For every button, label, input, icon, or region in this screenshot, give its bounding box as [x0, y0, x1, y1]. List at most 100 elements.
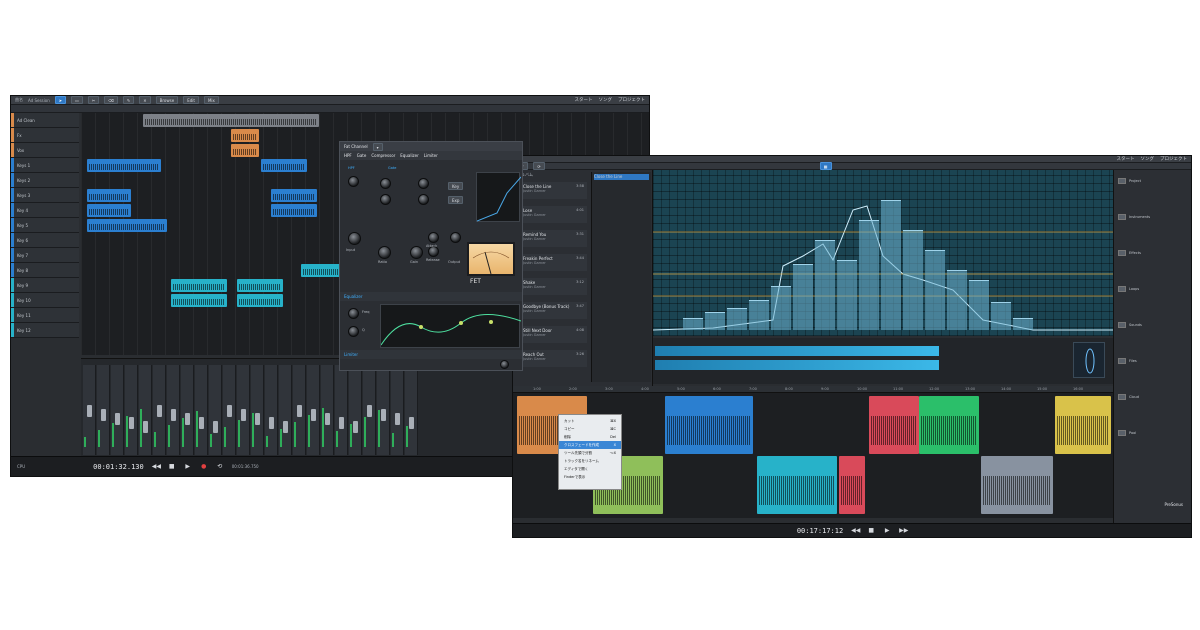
channel-fader[interactable] — [325, 413, 330, 425]
mixer-channel[interactable] — [209, 365, 222, 455]
menu-start-2[interactable]: スタート — [1117, 156, 1135, 162]
track-header[interactable]: Key 8 — [11, 263, 79, 278]
menu-song[interactable]: ソング — [599, 97, 613, 103]
mixer-channel[interactable] — [167, 365, 180, 455]
channel-fader[interactable] — [269, 417, 274, 429]
context-menu-item[interactable]: Finderで表示 — [559, 473, 621, 481]
channel-fader[interactable] — [227, 405, 232, 417]
view-toggle-button[interactable]: ▦ — [819, 162, 832, 170]
loop-icon[interactable]: ⟲ — [216, 463, 224, 471]
track-header[interactable]: Key 12 — [11, 323, 79, 338]
song-entry[interactable]: Freakin Perfect Justin Garner 3:44 — [517, 254, 587, 271]
channel-fader[interactable] — [143, 421, 148, 433]
tab-gate[interactable]: Gate — [357, 153, 367, 158]
browser-item[interactable]: Pool — [1118, 428, 1190, 437]
mixer-channel[interactable] — [349, 365, 362, 455]
gate-release-knob[interactable] — [418, 194, 429, 205]
tab-hpf[interactable]: HPF — [344, 153, 352, 158]
mixer-channel[interactable] — [265, 365, 278, 455]
audio-clip[interactable] — [87, 219, 167, 232]
browser-item[interactable]: Effects — [1118, 248, 1190, 257]
song-entry[interactable]: Reach Out Justin Garner 3:26 — [517, 350, 587, 367]
audio-clip[interactable] — [87, 189, 131, 202]
tab-limiter[interactable]: Limiter — [424, 153, 438, 158]
audio-clip[interactable] — [231, 129, 259, 142]
project-track-clip[interactable] — [869, 396, 919, 454]
channel-fader[interactable] — [185, 413, 190, 425]
eq-low-knob[interactable] — [348, 308, 359, 319]
mixer-channel[interactable] — [181, 365, 194, 455]
track-header[interactable]: Key 10 — [11, 293, 79, 308]
ruler[interactable] — [11, 105, 649, 113]
context-menu-item[interactable]: クロスフェードを作成 X — [559, 441, 621, 449]
channel-fader[interactable] — [129, 417, 134, 429]
ratio-knob[interactable] — [378, 246, 391, 259]
channel-fader[interactable] — [241, 409, 246, 421]
channel-fader[interactable] — [339, 417, 344, 429]
limiter-knob[interactable] — [500, 360, 509, 369]
channel-fader[interactable] — [297, 405, 302, 417]
track-header[interactable]: Key 6 — [11, 233, 79, 248]
stop-icon-2[interactable]: ■ — [867, 527, 875, 535]
mixer-channel[interactable] — [279, 365, 292, 455]
track-header[interactable]: Keys 3 — [11, 188, 79, 203]
audio-clip[interactable] — [271, 189, 317, 202]
audio-clip[interactable] — [87, 204, 131, 217]
audio-clip[interactable] — [171, 294, 227, 307]
plugin-preset-button[interactable]: ▾ — [372, 142, 383, 151]
eq-graph[interactable] — [380, 304, 522, 348]
channel-fader[interactable] — [283, 421, 288, 433]
mute-tool-button[interactable]: ✕ — [139, 96, 151, 104]
song-entry[interactable]: Still Next Door Justin Garner 4:08 — [517, 326, 587, 343]
project-track-clip[interactable] — [757, 456, 837, 514]
track-header[interactable]: Key 7 — [11, 248, 79, 263]
channel-fader[interactable] — [171, 409, 176, 421]
mixer-channel[interactable] — [223, 365, 236, 455]
mixer-channel[interactable] — [251, 365, 264, 455]
song-entry[interactable]: Remind You Justin Garner 3:31 — [517, 230, 587, 247]
mixer-channel[interactable] — [139, 365, 152, 455]
audio-clip[interactable] — [261, 159, 307, 172]
audio-clip[interactable] — [143, 114, 319, 127]
channel-fader[interactable] — [157, 405, 162, 417]
gate-range-knob[interactable] — [380, 194, 391, 205]
mixer-channel[interactable] — [335, 365, 348, 455]
play-icon[interactable]: ▶ — [184, 463, 192, 471]
project-track-clip[interactable] — [839, 456, 865, 514]
audio-clip[interactable] — [237, 279, 283, 292]
menu-start[interactable]: スタート — [575, 97, 593, 103]
output-knob[interactable] — [450, 232, 461, 243]
prev-icon[interactable]: ◀◀ — [851, 527, 860, 535]
update-mastering-button[interactable]: ⟳ — [533, 162, 545, 170]
audio-clip[interactable] — [171, 279, 227, 292]
context-menu-item[interactable]: ツール先頭で分割 ⌥X — [559, 449, 621, 457]
mixer-channel[interactable] — [321, 365, 334, 455]
channel-fader[interactable] — [381, 409, 386, 421]
mixer-channel[interactable] — [153, 365, 166, 455]
play-icon-2[interactable]: ▶ — [883, 527, 891, 535]
context-menu-item[interactable]: 削除 Del — [559, 433, 621, 441]
track-header[interactable]: Key 4 — [11, 203, 79, 218]
track-header[interactable]: Keys 1 — [11, 158, 79, 173]
context-menu-item[interactable]: カット ⌘X — [559, 417, 621, 425]
browse-button[interactable]: Browse — [155, 96, 179, 104]
timeline-ruler[interactable]: 1:00 2:00 3:00 4:00 5:00 6:00 7:00 8:00 9:00 10:0… — [513, 386, 1113, 393]
audio-clip[interactable] — [87, 159, 161, 172]
gate-expander-button[interactable]: Exp — [448, 196, 464, 204]
track-header[interactable]: Fx — [11, 128, 79, 143]
gate-attack-knob[interactable] — [418, 178, 429, 189]
rewind-icon[interactable]: ◀◀ — [152, 463, 161, 471]
mixer-channel[interactable] — [195, 365, 208, 455]
hpf-knob[interactable] — [348, 176, 359, 187]
tab-compressor[interactable]: Compressor — [371, 153, 395, 158]
edit-button[interactable]: Edit — [183, 96, 199, 104]
mixer-channel[interactable] — [293, 365, 306, 455]
channel-fader[interactable] — [87, 405, 92, 417]
channel-fader[interactable] — [367, 405, 372, 417]
mixer-channel[interactable] — [405, 365, 418, 455]
record-icon[interactable]: ● — [200, 463, 208, 471]
channel-fader[interactable] — [199, 417, 204, 429]
mixer-channel[interactable] — [391, 365, 404, 455]
audio-clip[interactable] — [231, 144, 259, 157]
split-tool-button[interactable]: ✂ — [87, 96, 100, 104]
